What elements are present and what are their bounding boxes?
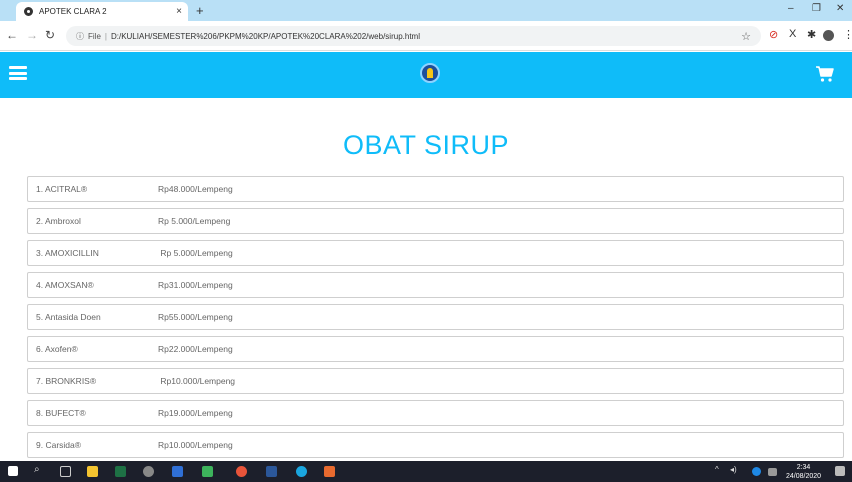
- url-prefix: File: [88, 31, 101, 41]
- item-name: 9. Carsida®: [36, 440, 82, 450]
- product-list: 1. ACITRAL® Rp48.000/Lempeng 2. Ambroxol…: [27, 176, 844, 464]
- url-text: D:/KULIAH/SEMESTER%206/PKPM%20KP/APOTEK%…: [110, 31, 420, 41]
- page-title: OBAT SIRUP: [342, 130, 510, 160]
- notification-icon[interactable]: [835, 466, 845, 476]
- list-item[interactable]: 6. Axofen® Rp22.000/Lempeng: [27, 336, 844, 362]
- browser-toolbar: ← → ↻ ⓘ File | D:/KULIAH/SEMESTER%206/PK…: [0, 21, 852, 51]
- taskbar-clock[interactable]: 2:34 24/08/2020: [786, 463, 821, 481]
- app-icon[interactable]: [115, 466, 126, 477]
- back-icon[interactable]: ←: [6, 28, 18, 42]
- task-view-icon[interactable]: [60, 466, 71, 477]
- bookmark-star-icon[interactable]: ☆: [741, 30, 751, 43]
- extension-stop-icon[interactable]: ⊘: [769, 28, 778, 41]
- tray-chevron-icon[interactable]: ^: [715, 465, 719, 474]
- item-name: 3. AMOXICILLIN: [36, 248, 99, 258]
- new-tab-button[interactable]: +: [196, 3, 204, 18]
- list-item[interactable]: 7. BRONKRIS® Rp10.000/Lempeng: [27, 368, 844, 394]
- chrome-taskbar-icon[interactable]: [236, 466, 247, 477]
- word-icon[interactable]: [266, 466, 277, 477]
- item-price: Rp48.000/Lempeng: [158, 184, 233, 194]
- windows-start-icon[interactable]: [8, 466, 18, 476]
- info-icon[interactable]: ⓘ: [76, 31, 84, 42]
- browser-tab[interactable]: APOTEK CLARA 2 ×: [16, 2, 188, 21]
- menu-kebab-icon[interactable]: ⋮: [843, 28, 852, 41]
- screen: APOTEK CLARA 2 × + – ❐ ✕ ← → ↻ ⓘ File | …: [0, 0, 852, 482]
- minimize-icon[interactable]: –: [788, 3, 794, 14]
- item-price: Rp 5.000/Lempeng: [158, 248, 233, 258]
- extension-x-icon[interactable]: X: [789, 28, 796, 40]
- item-name: 6. Axofen®: [36, 344, 78, 354]
- list-item[interactable]: 2. Ambroxol Rp 5.000/Lempeng: [27, 208, 844, 234]
- item-name: 7. BRONKRIS®: [36, 376, 97, 386]
- app-header: [0, 52, 852, 98]
- close-window-icon[interactable]: ✕: [836, 3, 844, 14]
- item-price: Rp55.000/Lempeng: [158, 312, 233, 322]
- item-name: 2. Ambroxol: [36, 216, 81, 226]
- forward-icon[interactable]: →: [26, 28, 38, 42]
- tray-app-icon[interactable]: [752, 467, 761, 476]
- item-name: 1. ACITRAL®: [36, 184, 88, 194]
- chrome-favicon-icon: [24, 7, 33, 16]
- list-item[interactable]: 3. AMOXICILLIN Rp 5.000/Lempeng: [27, 240, 844, 266]
- url-separator: |: [104, 31, 107, 41]
- clock-time: 2:34: [796, 464, 811, 471]
- profile-avatar[interactable]: [823, 30, 834, 41]
- item-price: Rp10.000/Lempeng: [158, 376, 236, 386]
- address-bar[interactable]: ⓘ File | D:/KULIAH/SEMESTER%206/PKPM%20K…: [66, 26, 761, 46]
- item-price: Rp19.000/Lempeng: [158, 408, 233, 418]
- app-icon[interactable]: [202, 466, 213, 477]
- app-icon[interactable]: [143, 466, 154, 477]
- item-price: Rp 5.000/Lempeng: [158, 216, 231, 226]
- tab-title: APOTEK CLARA 2: [39, 7, 107, 16]
- extensions-puzzle-icon[interactable]: ✱: [807, 28, 816, 41]
- edge-icon[interactable]: [296, 466, 307, 477]
- reload-icon[interactable]: ↻: [45, 28, 55, 42]
- item-price: Rp31.000/Lempeng: [158, 280, 233, 290]
- search-icon[interactable]: ⌕: [34, 464, 40, 475]
- item-price: Rp22.000/Lempeng: [158, 344, 233, 354]
- clock-date: 24/08/2020: [786, 473, 822, 480]
- app-icon[interactable]: [172, 466, 183, 477]
- list-item[interactable]: 1. ACITRAL® Rp48.000/Lempeng: [27, 176, 844, 202]
- list-item[interactable]: 9. Carsida® Rp10.000/Lempeng: [27, 432, 844, 458]
- restore-icon[interactable]: ❐: [812, 3, 821, 14]
- cart-icon[interactable]: [815, 65, 835, 83]
- item-name: 8. BUFECT®: [36, 408, 86, 418]
- file-explorer-icon[interactable]: [87, 466, 98, 477]
- hamburger-menu-icon[interactable]: [9, 66, 27, 80]
- tab-strip: APOTEK CLARA 2 × + – ❐ ✕: [0, 0, 852, 21]
- list-item[interactable]: 5. Antasida Doen Rp55.000/Lempeng: [27, 304, 844, 330]
- app-icon[interactable]: [324, 466, 335, 477]
- list-item[interactable]: 4. AMOXSAN® Rp31.000/Lempeng: [27, 272, 844, 298]
- item-name: 4. AMOXSAN®: [36, 280, 94, 290]
- item-price: Rp10.000/Lempeng: [158, 440, 233, 450]
- windows-taskbar: ⌕ ^ ◂) 2:34 24/08/2020: [0, 461, 852, 482]
- tab-close-icon[interactable]: ×: [170, 6, 188, 17]
- item-name: 5. Antasida Doen: [36, 312, 101, 322]
- network-icon[interactable]: [768, 468, 777, 476]
- apotek-logo-icon[interactable]: [420, 63, 440, 83]
- list-item[interactable]: 8. BUFECT® Rp19.000/Lempeng: [27, 400, 844, 426]
- volume-icon[interactable]: ◂): [730, 465, 737, 474]
